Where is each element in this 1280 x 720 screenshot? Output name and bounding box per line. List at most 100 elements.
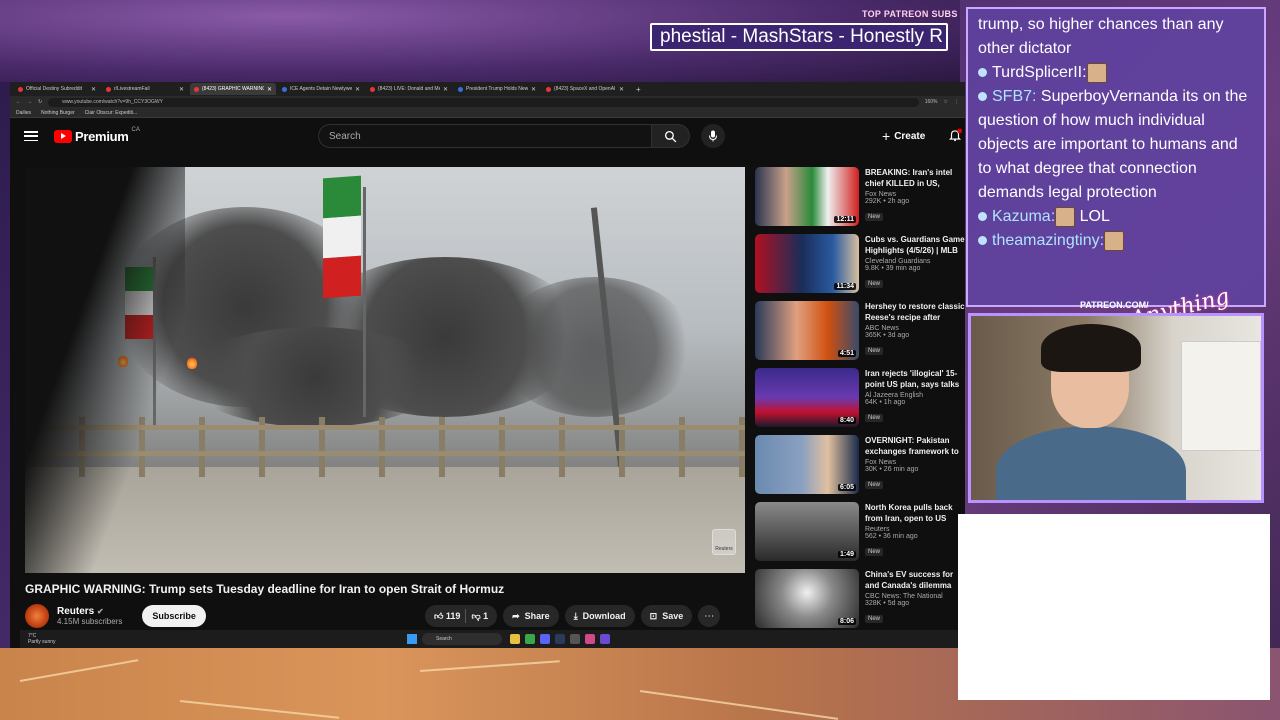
browser-tab[interactable]: President Trump Holds News C✕: [454, 83, 540, 95]
app-icon[interactable]: [585, 634, 595, 644]
recommendation-item[interactable]: 8:40 Iran rejects 'illogical' 15-point U…: [755, 368, 965, 435]
notifications-bell-icon[interactable]: [948, 128, 962, 142]
plus-icon: +: [882, 128, 891, 144]
close-icon[interactable]: ✕: [179, 86, 184, 93]
close-icon[interactable]: ✕: [355, 86, 360, 93]
youtube-logo[interactable]: Premium CA: [54, 127, 140, 144]
file-explorer-icon[interactable]: [510, 634, 520, 644]
subscriber-count: 4.15M subscribers: [57, 617, 123, 626]
video-thumbnail[interactable]: 11:34: [755, 234, 859, 293]
youtube-icon: [194, 86, 199, 92]
bookmarks-bar: Dailies Nothing Burger Clair Obscur: Exp…: [10, 108, 965, 118]
recommendation-item[interactable]: 4:51 Hershey to restore classic Reese's …: [755, 301, 965, 368]
taskbar-search[interactable]: Search: [422, 633, 502, 645]
badge-icon: [978, 212, 987, 222]
weather-widget[interactable]: 7°C Partly sunny: [28, 633, 56, 645]
zoom-level[interactable]: 160%: [925, 99, 938, 105]
new-tab-button[interactable]: +: [630, 85, 647, 94]
video-thumbnail[interactable]: 12:11: [755, 167, 859, 226]
smoke-cloud: [185, 327, 445, 427]
video-thumbnail[interactable]: 8:06: [755, 569, 859, 628]
webcam-feed: [968, 313, 1264, 503]
microphone-icon: [709, 130, 717, 142]
share-icon: ➦: [512, 610, 520, 621]
badge-icon: [978, 92, 987, 102]
thumbs-up-icon: 👍︎: [434, 610, 444, 621]
browser-tab-active[interactable]: (8423) GRAPHIC WARNING ✕: [190, 83, 276, 95]
bookmark-item[interactable]: Clair Obscur: Expediti...: [85, 110, 138, 116]
url-field[interactable]: www.youtube.com/watch?v=9h_CCY3OGWY: [48, 97, 919, 107]
close-icon[interactable]: ✕: [267, 86, 272, 93]
top-patreon-label: TOP PATREON SUBS: [862, 9, 958, 19]
close-icon[interactable]: ✕: [619, 86, 624, 93]
forward-icon[interactable]: →: [27, 99, 32, 105]
tab-strip: Official Destiny Subreddit ✕ r/Livestream…: [10, 82, 965, 96]
video-thumbnail[interactable]: 6:05: [755, 435, 859, 494]
windows-start-icon[interactable]: [407, 634, 417, 644]
save-button[interactable]: ⊡ Save: [640, 605, 693, 627]
verified-icon: ✔: [97, 607, 104, 616]
more-icon: ⋯: [704, 610, 715, 622]
chat-message: TurdSplicerII:: [978, 61, 1254, 85]
close-icon[interactable]: ✕: [443, 86, 448, 93]
address-bar-row: ← → ↻ www.youtube.com/watch?v=9h_CCY3OGW…: [10, 96, 965, 108]
video-thumbnail[interactable]: 1:49: [755, 502, 859, 561]
recommendation-item[interactable]: 11:34 Cubs vs. Guardians Game Highlights…: [755, 234, 965, 301]
news-icon: [458, 86, 463, 92]
like-button[interactable]: 👍︎ 119: [434, 611, 460, 622]
search-input[interactable]: Search: [318, 124, 652, 148]
channel-avatar[interactable]: [25, 604, 49, 628]
more-actions-button[interactable]: ⋯: [698, 605, 721, 627]
download-icon: ⤓: [573, 610, 578, 621]
overlay-blank-panel: [958, 514, 1270, 700]
channel-info: Reuters ✔ 4.15M subscribers: [57, 606, 122, 626]
close-icon[interactable]: ✕: [531, 86, 536, 93]
video-thumbnail[interactable]: 4:51: [755, 301, 859, 360]
video-player[interactable]: Reuters: [25, 167, 745, 573]
hamburger-menu-icon[interactable]: [24, 131, 38, 141]
dislike-button[interactable]: 👎︎ 1: [471, 611, 488, 622]
search-icon: [664, 130, 677, 142]
browser-tab[interactable]: Official Destiny Subreddit ✕: [14, 83, 100, 95]
chrome-icon[interactable]: [525, 634, 535, 644]
recommendation-item[interactable]: 8:06 China's EV success for and Canada's…: [755, 569, 965, 636]
divider: [465, 609, 467, 623]
browser-tab[interactable]: r/LivestreamFail ✕: [102, 83, 188, 95]
browser-window: Official Destiny Subreddit ✕ r/Livestream…: [10, 82, 965, 648]
voice-search-button[interactable]: [701, 124, 725, 148]
chat-message: theamazingtiny:: [978, 229, 1254, 253]
channel-name[interactable]: Reuters ✔: [57, 606, 122, 617]
create-button[interactable]: + Create: [882, 126, 925, 146]
subscribe-button[interactable]: Subscribe: [142, 605, 206, 627]
channel-row: Reuters ✔ 4.15M subscribers Subscribe: [25, 604, 206, 628]
windows-taskbar: 7°C Partly sunny Search: [20, 630, 965, 648]
iran-flag: [323, 175, 361, 299]
search-button[interactable]: [652, 124, 690, 148]
recommendation-item[interactable]: 1:49 North Korea pulls back from Iran, o…: [755, 502, 965, 569]
obs-icon[interactable]: [570, 634, 580, 644]
recommendation-item[interactable]: 12:11 BREAKING: Iran's intel chief KILLE…: [755, 167, 965, 234]
download-button[interactable]: ⤓ Download: [564, 605, 635, 627]
browser-tab[interactable]: ICE Agents Detain Newlywed S✕: [278, 83, 364, 95]
chat-message: Kazuma: LOL: [978, 205, 1254, 229]
steam-icon[interactable]: [555, 634, 565, 644]
video-thumbnail[interactable]: 8:40: [755, 368, 859, 427]
video-actions: 👍︎ 119 👎︎ 1 ➦ Share ⤓ Download ⊡ Save ⋯: [425, 605, 721, 627]
close-icon[interactable]: ✕: [91, 86, 96, 93]
share-button[interactable]: ➦ Share: [503, 605, 559, 627]
bookmark-item[interactable]: Dailies: [16, 110, 31, 116]
bookmark-item[interactable]: Nothing Burger: [41, 110, 75, 116]
app-icon[interactable]: [600, 634, 610, 644]
chat-message: trump, so higher chances than any other …: [978, 16, 1224, 57]
browser-tab[interactable]: (8423) SpaceX and OpenAI ✕: [542, 83, 628, 95]
discord-icon[interactable]: [540, 634, 550, 644]
streamer-hair: [1041, 324, 1141, 372]
back-icon[interactable]: ←: [16, 99, 21, 105]
reddit-icon: [18, 86, 23, 92]
youtube-header: Premium CA Search + Create: [10, 118, 965, 154]
star-icon[interactable]: ☆: [944, 99, 948, 105]
browser-tab[interactable]: (8423) LIVE: Donald and Melan✕: [366, 83, 452, 95]
reload-icon[interactable]: ↻: [38, 99, 42, 105]
recommendation-item[interactable]: 6:05 OVERNIGHT: Pakistan exchanges frame…: [755, 435, 965, 502]
menu-dots-icon[interactable]: ⋮: [954, 99, 959, 105]
